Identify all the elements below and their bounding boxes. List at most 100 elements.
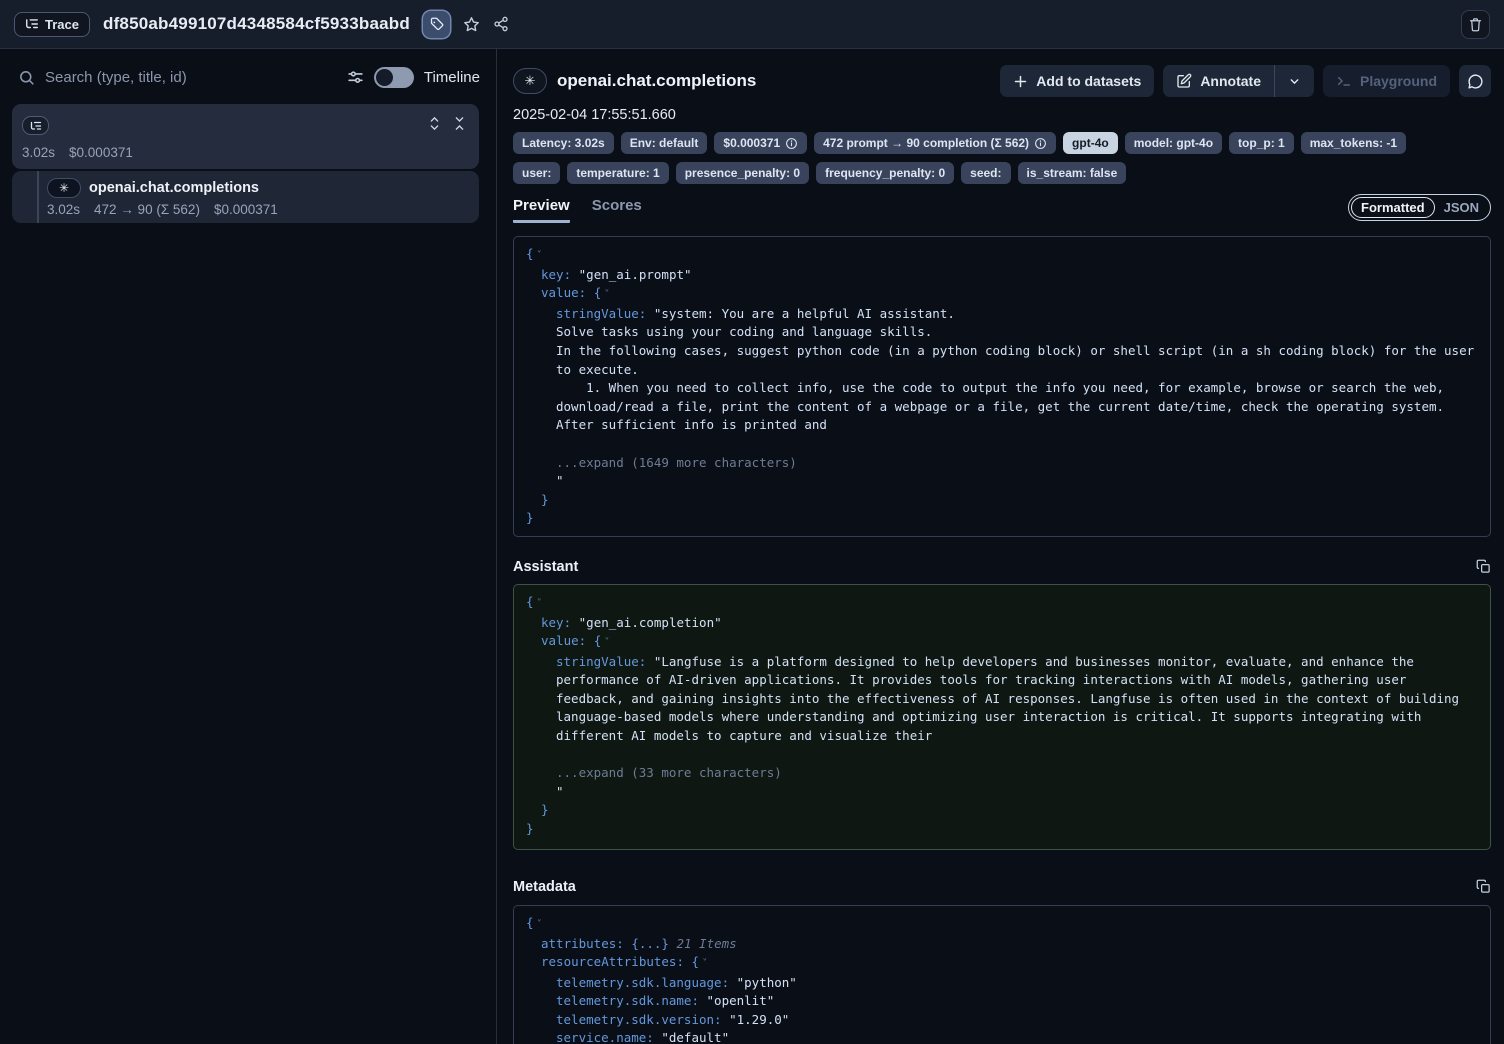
code-token: "default" bbox=[661, 1030, 729, 1044]
code-token: stringValue: bbox=[556, 654, 654, 669]
collapse-chevron-icon[interactable]: ˅ bbox=[534, 598, 542, 609]
timeline-toggle-label: Timeline bbox=[424, 69, 480, 86]
playground-label: Playground bbox=[1360, 73, 1437, 89]
meta-badge: presence_penalty: 0 bbox=[676, 162, 809, 184]
add-to-datasets-button[interactable]: Add to datasets bbox=[1000, 65, 1154, 97]
meta-badge: top_p: 1 bbox=[1229, 132, 1294, 154]
meta-badge: model: gpt-4o bbox=[1125, 132, 1222, 154]
trace-cost: $0.000371 bbox=[69, 145, 133, 160]
expand-link[interactable]: ...expand (33 more characters) bbox=[556, 765, 782, 780]
code-line: } bbox=[526, 801, 1478, 820]
code-line: " bbox=[526, 783, 1478, 802]
trace-tree-root-node[interactable]: 3.02s $0.000371 bbox=[12, 104, 479, 169]
code-line: attributes: {...} 21 Items bbox=[526, 935, 1478, 954]
share-icon bbox=[493, 16, 509, 32]
toggle-knob bbox=[376, 69, 393, 86]
page-title: openai.chat.completions bbox=[557, 71, 756, 91]
search-input[interactable] bbox=[45, 69, 337, 86]
meta-badge: $0.000371 bbox=[714, 132, 807, 154]
metadata-badge-row-2: user:temperature: 1presence_penalty: 0fr… bbox=[513, 162, 1491, 184]
meta-badge: is_stream: false bbox=[1018, 162, 1127, 184]
timeline-toggle[interactable] bbox=[374, 67, 414, 88]
meta-badge-label: 472 prompt → 90 completion (Σ 562) bbox=[823, 136, 1029, 150]
observation-tokens: 472 → 90 (Σ 562) bbox=[94, 202, 200, 217]
comments-button[interactable] bbox=[1459, 65, 1491, 97]
expand-all-icon[interactable] bbox=[427, 116, 442, 131]
tab-preview[interactable]: Preview bbox=[513, 197, 570, 223]
meta-badge-label: seed: bbox=[970, 166, 1001, 180]
code-token: "gen_ai.completion" bbox=[579, 615, 722, 630]
assistant-section-title: Assistant bbox=[513, 559, 578, 575]
tabs-row: Preview Scores Formatted JSON bbox=[513, 196, 1491, 223]
meta-badge-label: frequency_penalty: 0 bbox=[825, 166, 945, 180]
chevron-down-icon bbox=[1288, 75, 1301, 88]
observation-title: openai.chat.completions bbox=[89, 180, 259, 196]
tag-button[interactable] bbox=[423, 11, 450, 38]
copy-metadata-button[interactable] bbox=[1476, 879, 1491, 894]
trace-duration: 3.02s bbox=[22, 145, 55, 160]
metadata-json-block: { ˅attributes: {...} 21 ItemsresourceAtt… bbox=[513, 905, 1491, 1044]
meta-badge-label: top_p: 1 bbox=[1238, 136, 1285, 150]
copy-assistant-button[interactable] bbox=[1476, 559, 1491, 574]
meta-badge: max_tokens: -1 bbox=[1301, 132, 1406, 154]
trace-id: df850ab499107d4348584cf5933baabd bbox=[103, 14, 410, 34]
collapse-chevron-icon[interactable]: ˅ bbox=[534, 250, 542, 261]
share-button[interactable] bbox=[493, 16, 509, 32]
code-token: { bbox=[692, 954, 700, 969]
code-token: 1. When you need to collect info, use th… bbox=[556, 380, 1452, 432]
filter-sliders-icon[interactable] bbox=[347, 69, 364, 86]
format-toggle: Formatted JSON bbox=[1348, 194, 1491, 221]
observation-detail-panel: ✳ openai.chat.completions Add to dataset… bbox=[498, 49, 1504, 1044]
openai-model-badge: ✳ bbox=[513, 68, 547, 94]
code-line: telemetry.sdk.version: "1.29.0" bbox=[526, 1011, 1478, 1030]
meta-badge: Env: default bbox=[621, 132, 708, 154]
code-token: "openlit" bbox=[707, 993, 775, 1008]
code-line: } bbox=[526, 491, 1478, 510]
code-line: { ˅ bbox=[526, 593, 1478, 614]
trace-type-badge: Trace bbox=[14, 12, 90, 37]
code-token: } bbox=[526, 510, 534, 525]
collapse-chevron-icon[interactable]: ˅ bbox=[534, 919, 542, 930]
meta-badge: Latency: 3.02s bbox=[513, 132, 614, 154]
annotate-button[interactable]: Annotate bbox=[1163, 65, 1274, 97]
format-toggle-formatted[interactable]: Formatted bbox=[1351, 197, 1435, 218]
code-line: stringValue: "Langfuse is a platform des… bbox=[526, 653, 1478, 746]
observation-timestamp: 2025-02-04 17:55:51.660 bbox=[513, 107, 1491, 123]
metadata-section-title: Metadata bbox=[513, 879, 576, 895]
code-line: service.name: "default" bbox=[526, 1029, 1478, 1044]
code-token: { bbox=[526, 915, 534, 930]
observation-duration: 3.02s bbox=[47, 202, 80, 217]
trash-icon bbox=[1468, 17, 1483, 32]
code-line: In the following cases, suggest python c… bbox=[526, 342, 1478, 379]
code-line: value: { ˅ bbox=[526, 632, 1478, 653]
list-tree-icon bbox=[25, 17, 39, 31]
code-token: "Langfuse is a platform designed to help… bbox=[556, 654, 1467, 743]
code-line: key: "gen_ai.completion" bbox=[526, 614, 1478, 633]
meta-badge-label: presence_penalty: 0 bbox=[685, 166, 800, 180]
collapse-chevron-icon[interactable]: ˅ bbox=[601, 637, 609, 648]
assistant-section-header: Assistant bbox=[513, 559, 1491, 575]
code-token: "python" bbox=[737, 975, 797, 990]
meta-badge-label: $0.000371 bbox=[723, 136, 780, 150]
code-token: 21 Items bbox=[669, 936, 737, 951]
annotate-dropdown-button[interactable] bbox=[1275, 65, 1314, 97]
delete-trace-button[interactable] bbox=[1461, 10, 1490, 39]
collapse-all-icon[interactable] bbox=[452, 116, 467, 131]
meta-badge: frequency_penalty: 0 bbox=[816, 162, 954, 184]
star-icon bbox=[463, 16, 480, 33]
format-toggle-json[interactable]: JSON bbox=[1435, 198, 1488, 217]
code-token: In the following cases, suggest python c… bbox=[556, 343, 1482, 377]
playground-button[interactable]: Playground bbox=[1323, 65, 1450, 97]
collapse-chevron-icon[interactable]: ˅ bbox=[601, 289, 609, 300]
tab-scores[interactable]: Scores bbox=[592, 197, 642, 223]
observation-tree-item[interactable]: ✳ openai.chat.completions 3.02s 472 → 90… bbox=[12, 171, 479, 223]
favorite-star-button[interactable] bbox=[463, 16, 480, 33]
code-line: { ˅ bbox=[526, 245, 1478, 266]
meta-badge-label: Latency: 3.02s bbox=[522, 136, 605, 150]
collapse-chevron-icon[interactable]: ˅ bbox=[699, 958, 707, 969]
trace-tree-sidebar: Timeline 3.02s $0.000371 ✳ openai.cha bbox=[0, 49, 497, 1044]
code-token: value: bbox=[541, 285, 594, 300]
code-token: stringValue: bbox=[556, 306, 654, 321]
expand-link[interactable]: ...expand (1649 more characters) bbox=[556, 455, 797, 470]
prompt-json-block: { ˅key: "gen_ai.prompt"value: { ˅stringV… bbox=[513, 236, 1491, 537]
